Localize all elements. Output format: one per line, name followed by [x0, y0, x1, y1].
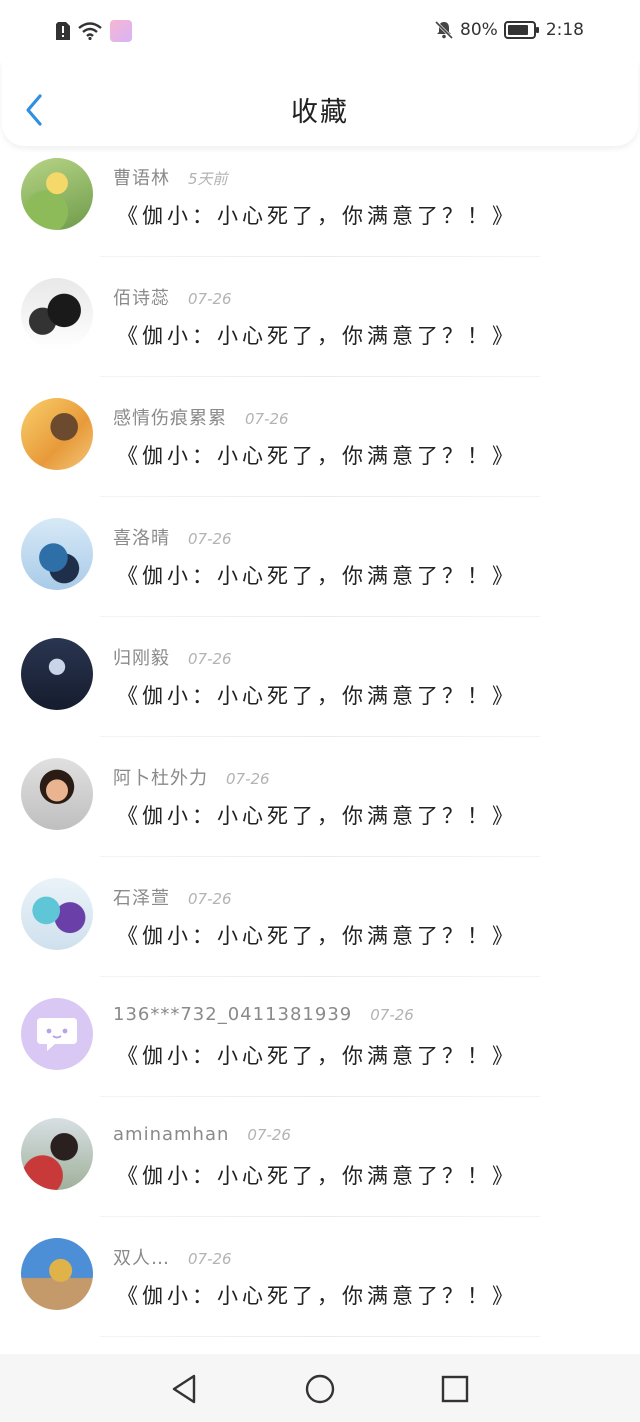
avatar[interactable] [21, 638, 93, 710]
favorite-content[interactable]: 《伽小：小心死了，你满意了？！》 [117, 1280, 517, 1310]
user-name[interactable]: 曹语林 [113, 164, 170, 190]
user-name[interactable]: 感情伤痕累累 [113, 404, 227, 430]
status-right-icons: 80% 2:18 [434, 20, 584, 40]
timestamp: 07-26 [188, 1250, 232, 1268]
timestamp: 07-26 [226, 770, 270, 788]
avatar[interactable] [21, 398, 93, 470]
user-name[interactable]: 双人… [113, 1244, 170, 1270]
alert-icon [56, 22, 70, 40]
avatar[interactable] [21, 518, 93, 590]
user-name[interactable]: 石泽萱 [113, 884, 170, 910]
list-item[interactable]: 感情伤痕累累 07-26 《伽小：小心死了，你满意了？！》 [0, 358, 640, 497]
list-item[interactable]: 佰诗蕊 07-26 《伽小：小心死了，你满意了？！》 [0, 238, 640, 377]
battery-percent: 80% [460, 20, 498, 40]
status-time: 2:18 [545, 20, 584, 40]
back-triangle-icon [172, 1374, 196, 1404]
avatar[interactable] [21, 1238, 93, 1310]
list-item[interactable]: 136***732_0411381939 07-26 《伽小：小心死了，你满意了… [0, 958, 640, 1097]
favorite-content[interactable]: 《伽小：小心死了，你满意了？！》 [117, 680, 517, 710]
favorite-content[interactable]: 《伽小：小心死了，你满意了？！》 [117, 800, 517, 830]
list-item[interactable]: 喜洛晴 07-26 《伽小：小心死了，你满意了？！》 [0, 478, 640, 617]
timestamp: 07-26 [245, 410, 289, 428]
favorite-content[interactable]: 《伽小：小心死了，你满意了？！》 [117, 200, 517, 230]
avatar[interactable] [21, 758, 93, 830]
app-header: 收藏 [2, 60, 638, 146]
timestamp: 5天前 [188, 170, 228, 188]
timestamp: 07-26 [188, 650, 232, 668]
favorite-content[interactable]: 《伽小：小心死了，你满意了？！》 [117, 920, 517, 950]
user-name[interactable]: 阿卜杜外力 [113, 764, 208, 790]
list-item[interactable]: aminamhan 07-26 《伽小：小心死了，你满意了？！》 [0, 1078, 640, 1217]
page-title: 收藏 [291, 97, 349, 128]
wifi-icon [78, 22, 102, 40]
status-left-icons [56, 20, 132, 42]
favorite-content[interactable]: 《伽小：小心死了，你满意了？！》 [117, 1160, 517, 1190]
user-name[interactable]: 136***732_0411381939 [113, 1004, 352, 1025]
avatar[interactable] [21, 998, 93, 1070]
nav-recents-button[interactable] [438, 1372, 472, 1406]
battery-icon [503, 21, 539, 39]
user-name[interactable]: 佰诗蕊 [113, 284, 170, 310]
mute-bell-icon [434, 20, 454, 40]
user-name[interactable]: 喜洛晴 [113, 524, 170, 550]
timestamp: 07-26 [370, 1006, 414, 1024]
default-chat-avatar-icon [37, 1018, 77, 1051]
favorite-content[interactable]: 《伽小：小心死了，你满意了？！》 [117, 560, 517, 590]
list-item[interactable]: 归刚毅 07-26 《伽小：小心死了，你满意了？！》 [0, 598, 640, 737]
user-name[interactable]: aminamhan [113, 1124, 229, 1145]
avatar[interactable] [21, 1118, 93, 1190]
list-item[interactable]: 石泽萱 07-26 《伽小：小心死了，你满意了？！》 [0, 838, 640, 977]
nav-home-button[interactable] [303, 1372, 337, 1406]
recents-square-icon [441, 1375, 469, 1403]
timestamp: 07-26 [188, 890, 232, 908]
list-item[interactable]: 阿卜杜外力 07-26 《伽小：小心死了，你满意了？！》 [0, 718, 640, 857]
timestamp: 07-26 [188, 290, 232, 308]
favorites-list: 曹语林 5天前 《伽小：小心死了，你满意了？！》 佰诗蕊 07-26 《伽小：小… [0, 118, 640, 1337]
system-nav-bar [0, 1354, 640, 1422]
app-icon [110, 20, 132, 42]
timestamp: 07-26 [188, 530, 232, 548]
user-name[interactable]: 归刚毅 [113, 644, 170, 670]
avatar[interactable] [21, 278, 93, 350]
divider [100, 1336, 540, 1337]
avatar[interactable] [21, 158, 93, 230]
avatar[interactable] [21, 878, 93, 950]
home-circle-icon [305, 1374, 335, 1404]
favorite-content[interactable]: 《伽小：小心死了，你满意了？！》 [117, 1040, 517, 1070]
favorite-content[interactable]: 《伽小：小心死了，你满意了？！》 [117, 440, 517, 470]
status-bar: 80% 2:18 [0, 0, 640, 60]
nav-back-button[interactable] [168, 1372, 202, 1406]
list-item[interactable]: 双人… 07-26 《伽小：小心死了，你满意了？！》 [0, 1198, 640, 1337]
timestamp: 07-26 [247, 1126, 291, 1144]
favorite-content[interactable]: 《伽小：小心死了，你满意了？！》 [117, 320, 517, 350]
